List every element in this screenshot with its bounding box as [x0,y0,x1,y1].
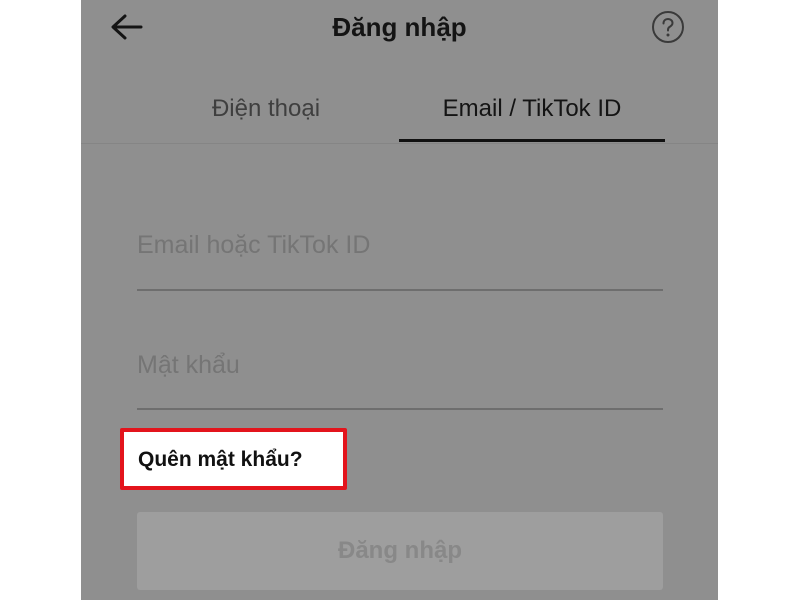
tabs-divider [81,143,718,144]
page-title: Đăng nhập [332,12,467,42]
email-input-underline [137,289,663,291]
forgot-password-highlight: Quên mật khẩu? [120,428,347,490]
help-button[interactable] [651,10,685,44]
login-screen: Đăng nhập Điện thoại Email / TikTok ID Q… [81,0,718,600]
forgot-password-link[interactable]: Quên mật khẩu? [138,446,303,474]
password-input-underline [137,408,663,410]
active-tab-indicator [399,139,665,142]
question-circle-icon [652,11,684,43]
password-input[interactable] [137,345,663,385]
email-tiktok-id-input[interactable] [137,225,663,265]
login-button[interactable]: Đăng nhập [137,512,663,590]
tab-email-tiktok-id[interactable]: Email / TikTok ID [399,92,665,126]
tab-phone[interactable]: Điện thoại [151,92,381,126]
screenshot-canvas: Đăng nhập Điện thoại Email / TikTok ID Q… [0,0,800,600]
